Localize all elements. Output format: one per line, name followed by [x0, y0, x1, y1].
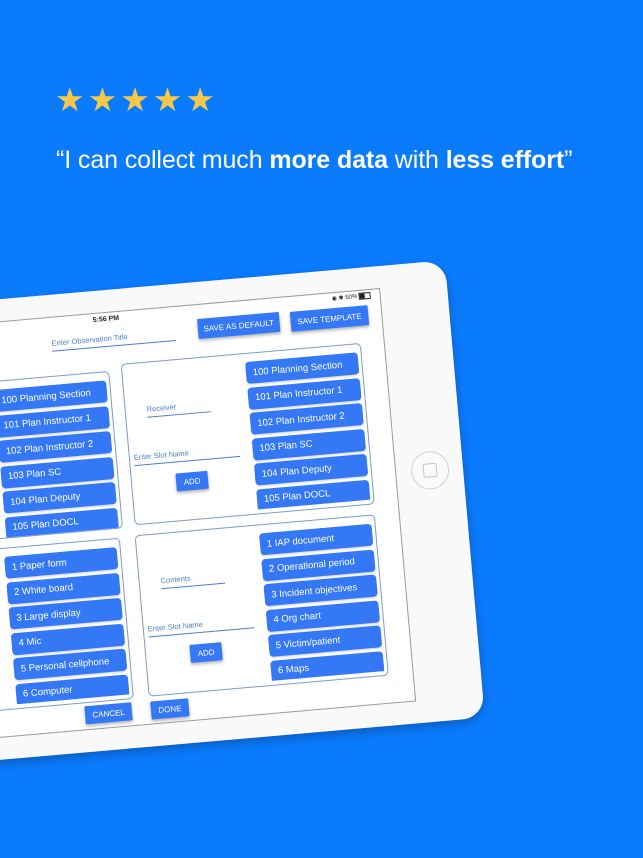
observation-title-input[interactable]: Enter Observation Title: [51, 328, 176, 352]
star-icon: ★: [87, 81, 118, 118]
battery-percent: 50%: [345, 294, 358, 302]
star-icon: ★: [185, 81, 215, 118]
star-icon: ★: [55, 81, 85, 118]
status-icons: ◉ ✱ 50%: [331, 291, 372, 303]
ipad-screen: 5:56 PM ◉ ✱ 50% Enter Observation Title …: [0, 288, 417, 763]
location-icon: ◉: [331, 295, 338, 303]
slot-list[interactable]: 1 Paper form 2 White board 3 Large displ…: [3, 546, 130, 705]
slot-name-input[interactable]: Enter Slot Name: [133, 443, 241, 467]
rating-stars: ★ ★ ★ ★ ★: [55, 81, 215, 118]
save-template-button[interactable]: SAVE TEMPLATE: [289, 305, 370, 332]
battery-icon: [358, 291, 372, 300]
star-icon: ★: [152, 81, 183, 118]
panel-receiver: Receiver Enter Slot Name ADD 100 Plannin…: [120, 342, 375, 526]
save-as-default-button[interactable]: SAVE AS DEFAULT: [197, 311, 281, 339]
slot-list[interactable]: 100 Planning Section 101 Plan Instructor…: [244, 352, 371, 510]
cancel-button[interactable]: CANCEL: [84, 702, 133, 725]
contents-field[interactable]: Contents: [160, 570, 226, 590]
star-icon: ★: [120, 81, 150, 118]
home-button[interactable]: [409, 449, 451, 491]
receiver-field[interactable]: Receiver: [146, 399, 212, 418]
quote-bold: more data: [269, 146, 388, 174]
quote-text: ”: [564, 146, 573, 174]
bluetooth-icon: ✱: [338, 295, 344, 302]
add-button[interactable]: ADD: [175, 470, 209, 492]
panel-contents: Contents Enter Slot Name ADD 1 IAP docum…: [134, 514, 389, 697]
review-quote: “I can collect much more data with less …: [56, 146, 572, 175]
slot-list[interactable]: 100 Planning Section 101 Plan Instructor…: [0, 380, 119, 538]
panel-top-left: 100 Planning Section 101 Plan Instructor…: [0, 370, 123, 550]
quote-text: “I can collect much: [56, 146, 270, 174]
slot-list[interactable]: 1 IAP document 2 Operational period 3 In…: [258, 523, 385, 681]
panel-bottom-left: 1 Paper form 2 White board 3 Large displ…: [0, 537, 134, 721]
status-time: 5:56 PM: [92, 314, 120, 325]
done-button[interactable]: DONE: [150, 698, 190, 720]
slot-name-input[interactable]: Enter Slot Name: [147, 615, 255, 638]
quote-bold: less effort: [445, 146, 565, 174]
add-button[interactable]: ADD: [189, 642, 223, 663]
quote-text: with: [387, 146, 446, 174]
